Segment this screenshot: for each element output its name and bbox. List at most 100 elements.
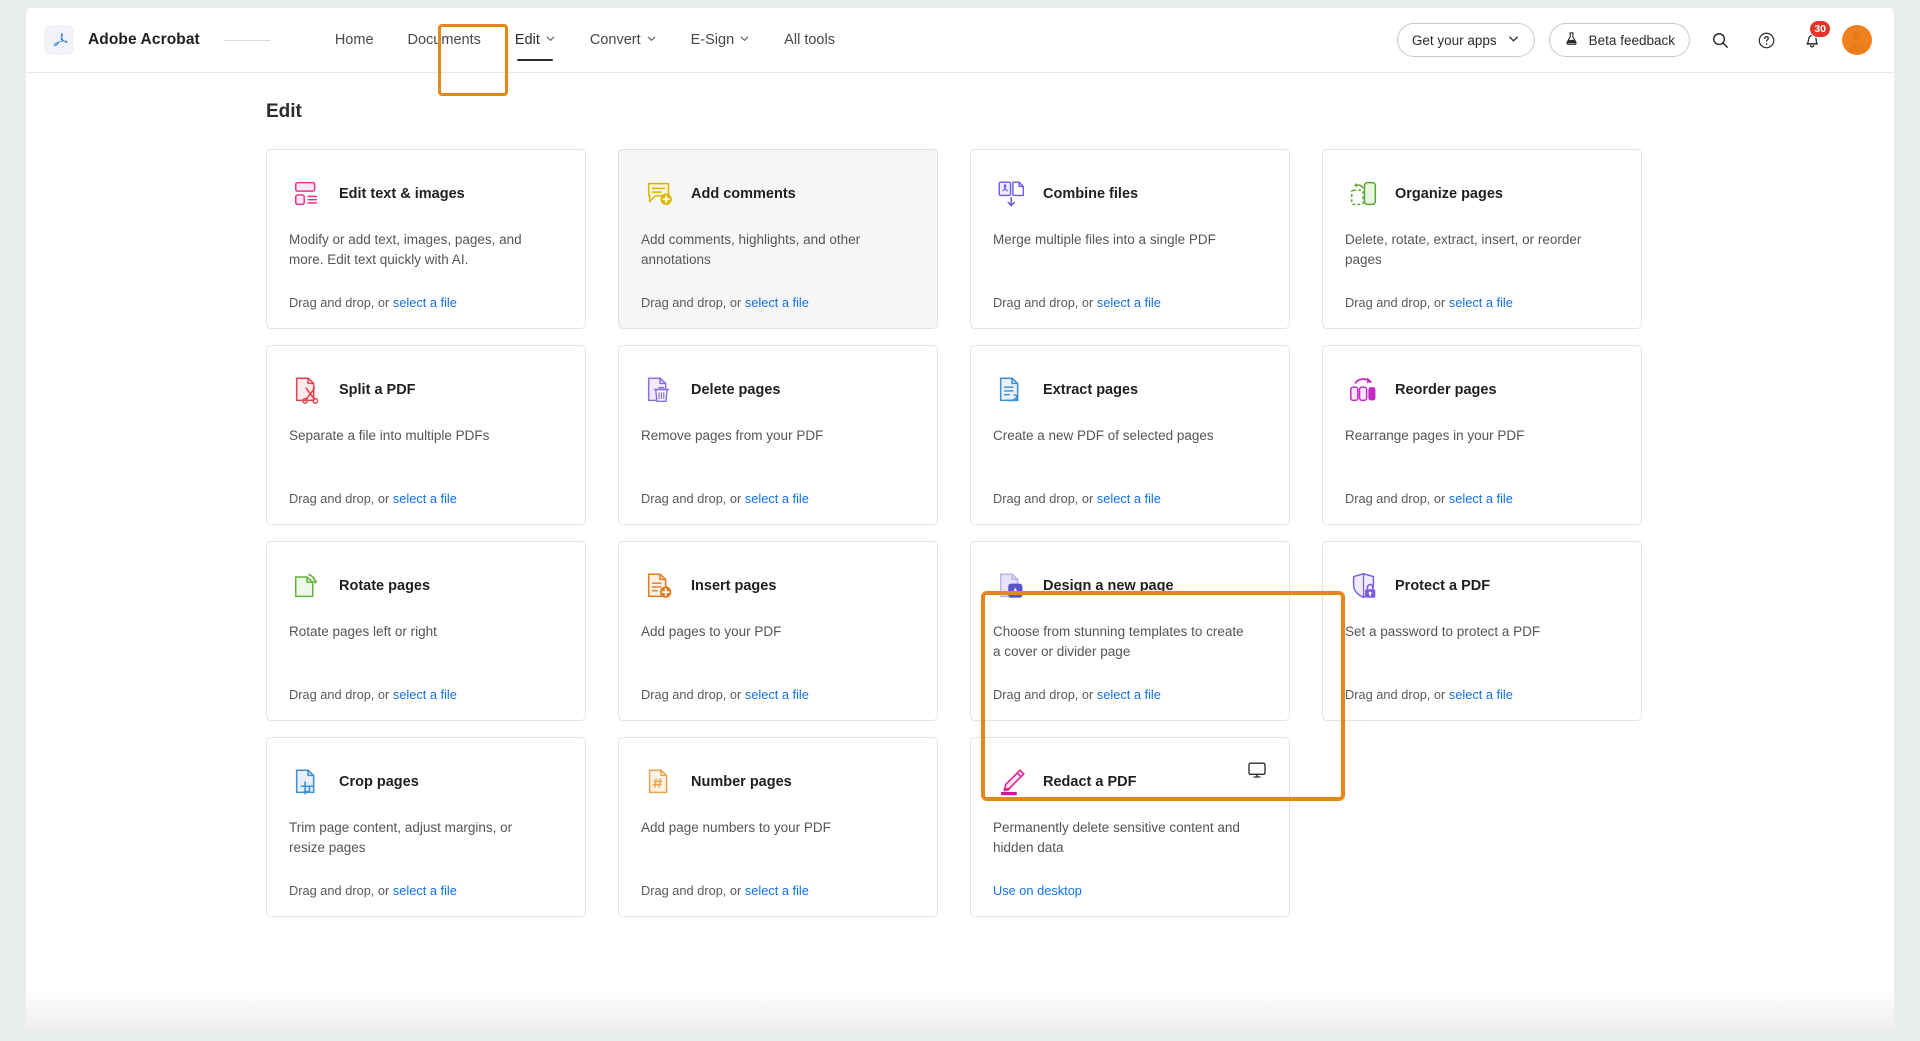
beta-feedback-button[interactable]: Beta feedback xyxy=(1548,23,1690,57)
card-footer: Drag and drop, or select a file xyxy=(289,865,563,898)
design-new-page-icon xyxy=(993,567,1031,605)
tool-card-protect-pdf[interactable]: Protect a PDF Set a password to protect … xyxy=(1322,541,1642,721)
card-header: Crop pages xyxy=(289,760,563,804)
card-title: Add comments xyxy=(691,186,796,202)
nav-item-documents[interactable]: Documents xyxy=(391,8,498,72)
tool-card-design-new-page[interactable]: Design a new page Choose from stunning t… xyxy=(970,541,1290,721)
add-comments-icon xyxy=(641,175,679,213)
select-a-file-link[interactable]: select a file xyxy=(745,687,809,702)
card-footer: Drag and drop, or select a file xyxy=(993,669,1267,702)
search-icon[interactable] xyxy=(1704,24,1736,56)
chevron-down-icon xyxy=(545,32,556,48)
card-title: Organize pages xyxy=(1395,186,1503,202)
card-description: Modify or add text, images, pages, and m… xyxy=(289,232,522,267)
notification-count-badge: 30 xyxy=(1809,20,1831,38)
brand[interactable]: Adobe Acrobat xyxy=(44,25,270,55)
select-a-file-link[interactable]: select a file xyxy=(745,295,809,310)
card-header: Combine files xyxy=(993,172,1267,216)
nav-item-all-tools[interactable]: All tools xyxy=(767,8,852,72)
tool-card-crop-pages[interactable]: Crop pages Trim page content, adjust mar… xyxy=(266,737,586,917)
card-footer: Drag and drop, or select a file xyxy=(1345,669,1619,702)
select-a-file-link[interactable]: select a file xyxy=(745,883,809,898)
drag-prompt: Drag and drop, or xyxy=(289,687,393,702)
select-a-file-link[interactable]: select a file xyxy=(1449,295,1513,310)
tool-card-delete-pages[interactable]: Delete pages Remove pages from your PDF … xyxy=(618,345,938,525)
select-a-file-link[interactable]: select a file xyxy=(393,687,457,702)
nav-item-edit[interactable]: Edit xyxy=(498,8,573,72)
tool-card-insert-pages[interactable]: Insert pages Add pages to your PDF Drag … xyxy=(618,541,938,721)
card-footer: Drag and drop, or select a file xyxy=(993,473,1267,506)
card-header: Extract pages xyxy=(993,368,1267,412)
drag-prompt: Drag and drop, or xyxy=(641,491,745,506)
nav-item-label: All tools xyxy=(784,32,835,48)
tool-card-organize-pages[interactable]: Organize pages Delete, rotate, extract, … xyxy=(1322,149,1642,329)
nav-item-label: Edit xyxy=(514,32,540,48)
select-a-file-link[interactable]: select a file xyxy=(1449,687,1513,702)
help-circle-icon[interactable] xyxy=(1750,24,1782,56)
card-description: Delete, rotate, extract, insert, or reor… xyxy=(1345,232,1582,267)
get-your-apps-button[interactable]: Get your apps xyxy=(1396,23,1535,57)
tool-card-split-pdf[interactable]: Split a PDF Separate a file into multipl… xyxy=(266,345,586,525)
redact-pdf-icon xyxy=(993,763,1031,801)
use-on-desktop-link[interactable]: Use on desktop xyxy=(993,883,1082,898)
drag-prompt: Drag and drop, or xyxy=(993,687,1097,702)
card-footer: Drag and drop, or select a file xyxy=(641,473,915,506)
notification-bell-icon[interactable]: 30 xyxy=(1796,20,1831,56)
card-description: Remove pages from your PDF xyxy=(641,428,824,443)
drag-prompt: Drag and drop, or xyxy=(1345,295,1449,310)
drag-prompt: Drag and drop, or xyxy=(993,491,1097,506)
card-footer: Drag and drop, or select a file xyxy=(641,277,915,310)
drag-prompt: Drag and drop, or xyxy=(289,883,393,898)
card-description: Trim page content, adjust margins, or re… xyxy=(289,820,513,855)
card-title: Split a PDF xyxy=(339,382,416,398)
card-description: Add pages to your PDF xyxy=(641,624,782,639)
card-footer: Drag and drop, or select a file xyxy=(641,865,915,898)
acrobat-logo-icon xyxy=(44,25,74,55)
app-header: Adobe Acrobat Home Documents Edit Conver… xyxy=(26,8,1894,96)
brand-divider xyxy=(223,39,270,41)
select-a-file-link[interactable]: select a file xyxy=(393,491,457,506)
user-avatar-icon[interactable] xyxy=(1842,25,1872,55)
page-title: Edit xyxy=(266,101,302,122)
card-description: Permanently delete sensitive content and… xyxy=(993,820,1240,855)
card-header: Number pages xyxy=(641,760,915,804)
drag-prompt: Drag and drop, or xyxy=(641,687,745,702)
card-title: Combine files xyxy=(1043,186,1139,202)
chevron-down-icon xyxy=(1507,32,1520,48)
card-header: Reorder pages xyxy=(1345,368,1619,412)
select-a-file-link[interactable]: select a file xyxy=(393,883,457,898)
card-footer: Drag and drop, or select a file xyxy=(641,669,915,702)
tool-card-extract-pages[interactable]: Extract pages Create a new PDF of select… xyxy=(970,345,1290,525)
tool-card-add-comments[interactable]: Add comments Add comments, highlights, a… xyxy=(618,149,938,329)
tool-card-grid: Edit text & images Modify or add text, i… xyxy=(266,149,1894,917)
split-pdf-icon xyxy=(289,371,327,409)
tool-card-rotate-pages[interactable]: Rotate pages Rotate pages left or right … xyxy=(266,541,586,721)
select-a-file-link[interactable]: select a file xyxy=(1097,687,1161,702)
select-a-file-link[interactable]: select a file xyxy=(1449,491,1513,506)
tool-card-number-pages[interactable]: Number pages Add page numbers to your PD… xyxy=(618,737,938,917)
select-a-file-link[interactable]: select a file xyxy=(745,491,809,506)
card-header: Add comments xyxy=(641,172,915,216)
combine-files-icon xyxy=(993,175,1031,213)
chevron-down-icon xyxy=(646,32,657,48)
nav-item-home[interactable]: Home xyxy=(318,8,391,72)
tool-card-redact-pdf[interactable]: Redact a PDF Permanently delete sensitiv… xyxy=(970,737,1290,917)
nav-item-esign[interactable]: E-Sign xyxy=(674,8,768,72)
main-content: Edit Edit text & images Modify or add te… xyxy=(26,73,1894,917)
header-actions: Get your apps Beta feedback 30 xyxy=(1396,20,1872,57)
card-header: Delete pages xyxy=(641,368,915,412)
select-a-file-link[interactable]: select a file xyxy=(1097,295,1161,310)
select-a-file-link[interactable]: select a file xyxy=(1097,491,1161,506)
nav-item-convert[interactable]: Convert xyxy=(573,8,674,72)
card-header: Rotate pages xyxy=(289,564,563,608)
rotate-pages-icon xyxy=(289,567,327,605)
card-title: Redact a PDF xyxy=(1043,774,1137,790)
select-a-file-link[interactable]: select a file xyxy=(393,295,457,310)
tool-card-combine-files[interactable]: Combine files Merge multiple files into … xyxy=(970,149,1290,329)
card-footer: Drag and drop, or select a file xyxy=(289,277,563,310)
card-footer: Drag and drop, or select a file xyxy=(1345,277,1619,310)
card-header: Split a PDF xyxy=(289,368,563,412)
tool-card-reorder-pages[interactable]: Reorder pages Rearrange pages in your PD… xyxy=(1322,345,1642,525)
flask-icon xyxy=(1564,31,1579,49)
tool-card-edit-text-images[interactable]: Edit text & images Modify or add text, i… xyxy=(266,149,586,329)
